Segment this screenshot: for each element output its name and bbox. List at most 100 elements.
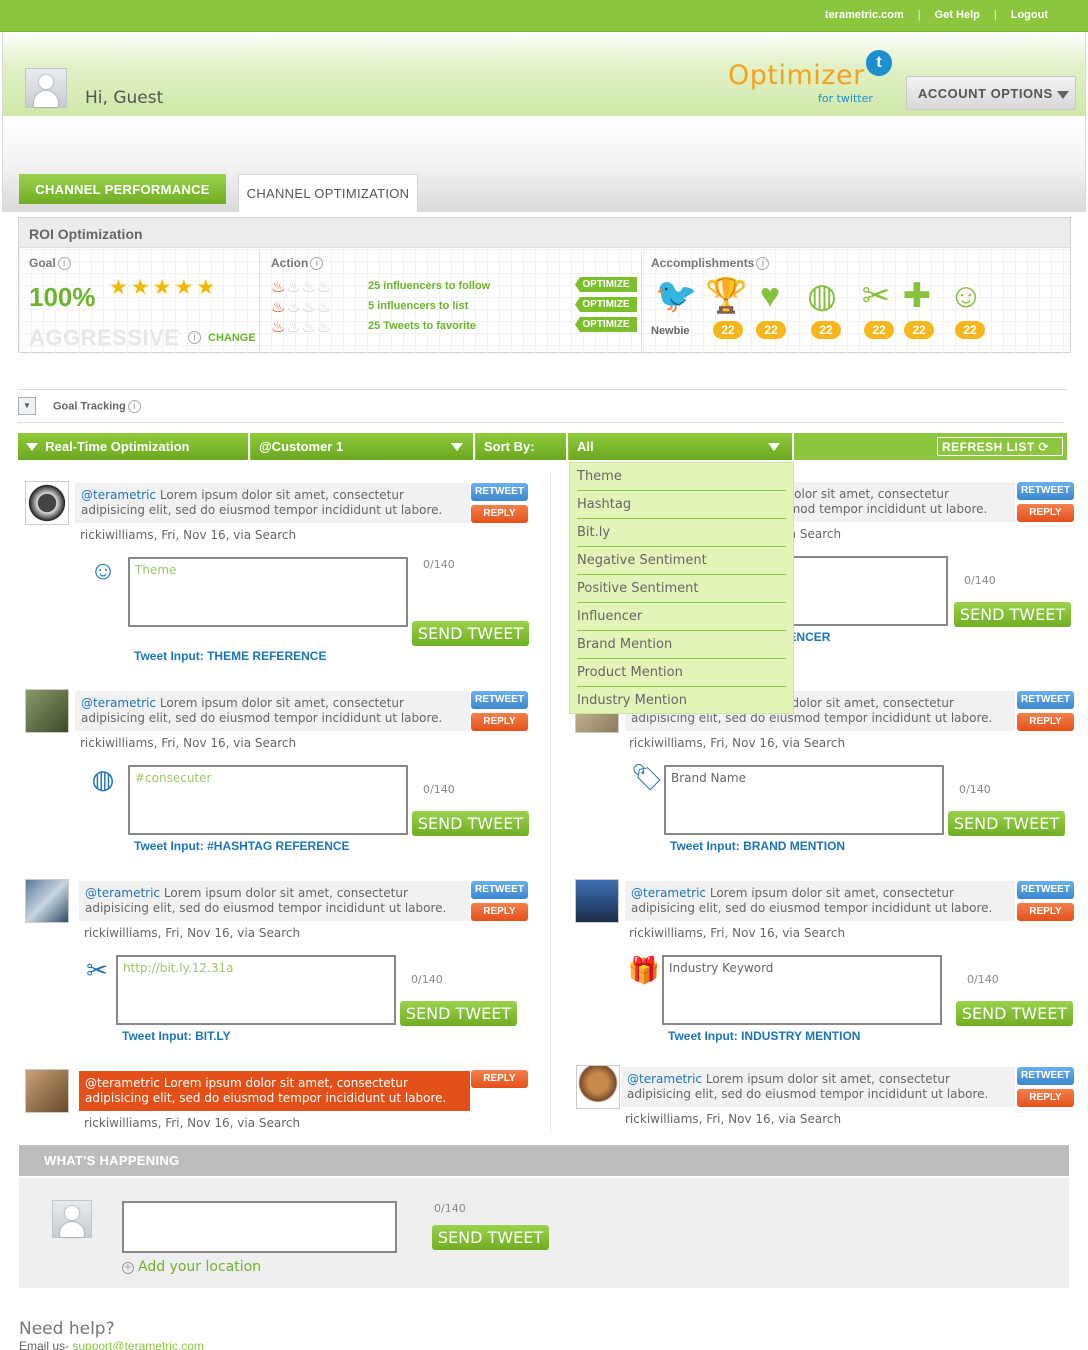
terametric-link[interactable]: terametric.com [825,9,904,21]
retweet-button[interactable]: RETWEET [1017,881,1074,899]
sort-option[interactable]: Influencer [577,603,786,631]
email-line: Email us- support@terametric.com [19,1339,204,1350]
char-count: 0/140 [423,783,455,796]
tab-channel-optimization[interactable]: CHANNEL OPTIMIZATION [238,174,418,212]
optimize-button[interactable]: OPTIMIZE [575,277,637,292]
goal-level: AGGRESSIVE [29,325,180,350]
send-tweet-button[interactable]: SEND TWEET [412,811,529,836]
signpost-icon[interactable]: ✚ [896,275,938,317]
sort-option[interactable]: Positive Sentiment [577,575,786,603]
avatar[interactable] [575,879,619,923]
tweet-handle[interactable]: @terametric [85,1076,160,1090]
tweet-input[interactable]: http://bit.ly.12.31a [116,955,396,1025]
goal-stars[interactable]: ★★★★★ [109,275,218,300]
refresh-list-button[interactable]: REFRESH LIST ⟳ [937,437,1063,456]
flame-icon: ♨♨♨ [286,319,333,336]
sort-select[interactable]: All [569,433,794,460]
tweet-input[interactable]: Industry Keyword [662,955,942,1025]
badge-count: 22 [811,321,841,339]
tweet-input[interactable]: #consecuter [128,765,408,835]
badge-count: 22 [904,321,934,339]
retweet-button[interactable]: RETWEET [1017,482,1074,500]
tweet-input-label: Tweet Input: BRAND MENTION [670,839,846,853]
tweet-handle[interactable]: @terametric [631,886,706,900]
sort-option[interactable]: Bit.ly [577,519,786,547]
reply-button[interactable]: REPLY [471,505,528,523]
whats-happening-title: WHAT'S HAPPENING [19,1145,1069,1176]
optimize-button[interactable]: OPTIMIZE [575,317,637,332]
action-item[interactable]: 25 Tweets to favorite [368,320,476,332]
send-tweet-button[interactable]: SEND TWEET [400,1001,517,1026]
change-link[interactable]: CHANGE [208,332,256,344]
tweet-handle[interactable]: @terametric [627,1072,702,1086]
reply-button[interactable]: REPLY [1017,903,1074,921]
support-email-link[interactable]: support@terametric.com [72,1339,204,1350]
theater-masks-icon[interactable]: ☺ [945,275,987,317]
avatar[interactable] [25,1069,69,1113]
tweet-input[interactable]: Brand Name [664,765,944,835]
sort-option[interactable]: Industry Mention [577,687,786,715]
avatar[interactable] [25,689,69,733]
info-icon[interactable]: i [127,400,141,413]
reply-button[interactable]: REPLY [1017,504,1074,522]
send-tweet-button[interactable]: SEND TWEET [412,621,529,646]
reply-button[interactable]: REPLY [471,713,528,731]
action-item[interactable]: 25 influencers to follow [368,280,490,292]
tweet-handle[interactable]: @terametric [81,696,156,710]
add-location-link[interactable]: + Add your location [122,1259,261,1275]
info-icon[interactable]: i [756,257,770,271]
sort-option[interactable]: Negative Sentiment [577,547,786,575]
top-bar: terametric.com | Get Help | Logout [0,0,1088,32]
send-tweet-button[interactable]: SEND TWEET [954,602,1071,627]
scissors-icon[interactable]: ✂ [855,275,897,317]
sort-option[interactable]: Hashtag [577,491,786,519]
tweet-meta: rickiwilliams, Fri, Nov 16, via Search [629,736,846,750]
retweet-button[interactable]: RETWEET [1017,691,1074,709]
avatar[interactable] [25,879,69,923]
tweet-input[interactable]: Theme [128,557,408,627]
roi-title: ROI Optimization [19,218,1070,248]
reply-button[interactable]: REPLY [1017,1089,1074,1107]
trophy-icon[interactable]: 🏆 [705,275,747,317]
avatar[interactable] [576,1065,620,1109]
info-icon[interactable]: i [188,331,201,344]
reply-button[interactable]: REPLY [1017,713,1074,731]
realtime-toggle[interactable]: Real-Time Optimization [18,433,250,460]
tab-channel-performance[interactable]: CHANNEL PERFORMANCE [19,174,226,204]
badge-count: 22 [713,321,743,339]
heart-plus-icon[interactable]: ♥ [749,275,791,317]
tweet-handle[interactable]: @terametric [85,886,160,900]
globe-icon[interactable]: ◍ [801,275,843,317]
reply-button[interactable]: REPLY [471,1070,528,1088]
action-item[interactable]: 5 influencers to list [368,300,468,312]
newbie-label: Newbie [651,325,690,337]
info-icon[interactable]: i [57,257,71,271]
action-label: Action i [271,256,324,271]
tweet-handle[interactable]: @terametric [81,488,156,502]
realtime-title: Real-Time Optimization [45,439,190,454]
account-options-button[interactable]: ACCOUNT OPTIONS [906,76,1076,110]
logout-link[interactable]: Logout [1011,9,1048,21]
send-tweet-button[interactable]: SEND TWEET [432,1225,549,1250]
optimize-button[interactable]: OPTIMIZE [575,297,637,312]
retweet-button[interactable]: RETWEET [471,483,528,501]
whats-happening-input[interactable] [122,1201,397,1253]
retweet-button[interactable]: RETWEET [1017,1067,1074,1085]
avatar[interactable] [25,481,69,525]
sort-option[interactable]: Brand Mention [577,631,786,659]
reply-button[interactable]: REPLY [471,903,528,921]
account-select[interactable]: @Customer 1 [251,433,475,460]
get-help-link[interactable]: Get Help [935,9,980,21]
chevron-down-icon [1056,90,1069,99]
retweet-button[interactable]: RETWEET [471,881,528,899]
guest-avatar [25,68,67,108]
retweet-button[interactable]: RETWEET [471,691,528,709]
info-icon[interactable]: i [310,257,324,271]
goal-tracking-toggle[interactable]: ▼ [18,397,36,415]
send-tweet-button[interactable]: SEND TWEET [948,811,1065,836]
send-tweet-button[interactable]: SEND TWEET [956,1001,1073,1026]
divider [259,251,260,351]
sort-option[interactable]: Theme [577,463,786,491]
bird-icon[interactable]: 🐦 [655,275,697,317]
sort-option[interactable]: Product Mention [577,659,786,687]
